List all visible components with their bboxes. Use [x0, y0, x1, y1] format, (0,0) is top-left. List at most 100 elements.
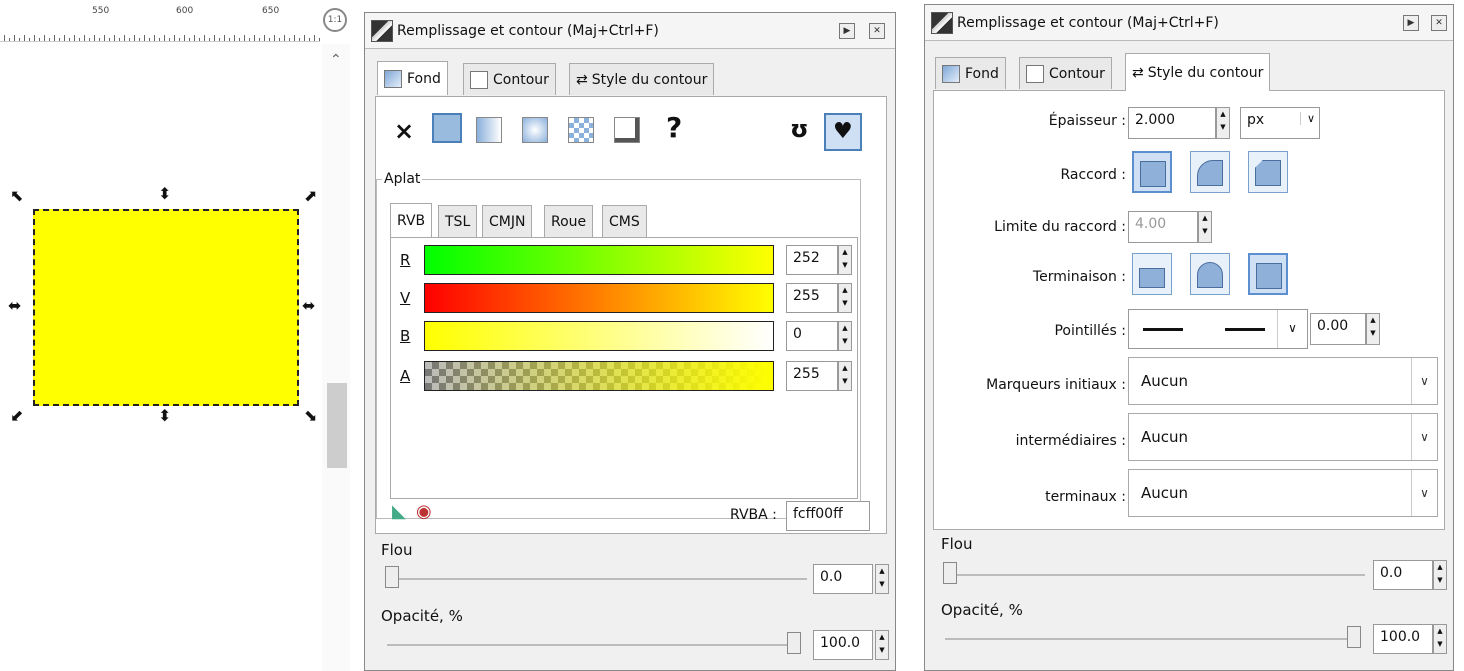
tab-fond[interactable]: Fond [935, 57, 1006, 89]
tab-label: Style du contour [1147, 64, 1264, 81]
resize-handle-sw-icon[interactable]: ⬋ [10, 408, 23, 424]
tab-label: Style du contour [591, 71, 708, 88]
unset-paint-icon[interactable]: ? [666, 111, 682, 144]
dash-offset-input[interactable]: 0.00 [1310, 313, 1366, 345]
red-value[interactable]: 252 [786, 245, 838, 275]
join-miter-button[interactable] [1132, 151, 1172, 193]
resize-handle-n-icon[interactable]: ⬍ [158, 186, 171, 202]
end-marker-select[interactable]: Aucun ∨ [1128, 469, 1438, 517]
tab-fond[interactable]: Fond [377, 61, 448, 95]
mid-marker-select[interactable]: Aucun ∨ [1128, 413, 1438, 461]
dash-pattern-select[interactable]: ∨ [1128, 309, 1308, 349]
ruler-tick [49, 38, 50, 41]
green-value[interactable]: 255 [786, 283, 838, 313]
panel-menu-icon[interactable]: ▶ [839, 23, 855, 39]
vertical-scrollbar[interactable] [322, 44, 350, 671]
resize-handle-nw-icon[interactable]: ⬉ [10, 188, 23, 204]
tab-cmjn[interactable]: CMJN [482, 205, 533, 237]
close-icon[interactable]: ✕ [869, 23, 885, 39]
linear-gradient-button[interactable] [476, 117, 502, 143]
cap-butt-button[interactable] [1132, 253, 1172, 295]
fill-rule-nonzero-icon[interactable]: ♥ [824, 113, 862, 151]
color-picker-icon[interactable]: ◣ [392, 501, 406, 522]
swatch-button[interactable] [614, 117, 640, 143]
tab-tsl[interactable]: TSL [438, 205, 478, 237]
tab-style-contour[interactable]: ⇄ Style du contour [569, 63, 715, 95]
radial-gradient-button[interactable] [522, 117, 548, 143]
limite-input[interactable]: 4.00 [1128, 211, 1198, 243]
close-icon[interactable]: ✕ [1431, 15, 1447, 31]
flat-color-button[interactable] [432, 113, 462, 143]
opacity-track[interactable] [945, 638, 1355, 640]
opacity-spinner[interactable]: ▲ ▼ [1433, 624, 1447, 654]
limite-spinner[interactable]: ▲ ▼ [1198, 211, 1212, 243]
ruler-tick [79, 38, 80, 41]
resize-handle-w-icon[interactable]: ⬌ [8, 298, 21, 314]
zoom-icon[interactable]: 1:1 [323, 8, 347, 32]
blur-value[interactable]: 0.0 [813, 564, 873, 594]
alpha-value[interactable]: 255 [786, 361, 838, 391]
blur-spinner[interactable]: ▲ ▼ [875, 564, 889, 594]
opacity-value[interactable]: 100.0 [813, 630, 873, 660]
blue-value[interactable]: 0 [786, 321, 838, 351]
ruler-tick [264, 35, 265, 41]
pattern-button[interactable] [568, 117, 594, 143]
panel-menu-icon[interactable]: ▶ [1403, 15, 1419, 31]
blur-slider-knob[interactable] [943, 562, 957, 584]
join-round-icon [1197, 160, 1223, 186]
resize-handle-s-icon[interactable]: ⬍ [158, 408, 171, 424]
ruler-tick [194, 35, 195, 41]
unit-select[interactable]: px ∨ [1240, 107, 1320, 139]
ruler-tick [54, 35, 55, 41]
red-slider[interactable] [424, 245, 774, 275]
fill-rule-evenodd-icon[interactable]: ʊ [790, 115, 809, 143]
green-slider[interactable] [424, 283, 774, 313]
epaisseur-input[interactable]: 2.000 [1128, 107, 1216, 139]
resize-handle-se-icon[interactable]: ⬊ [304, 408, 317, 424]
opacity-value[interactable]: 100.0 [1373, 624, 1433, 654]
start-marker-select[interactable]: Aucun ∨ [1128, 357, 1438, 405]
blur-track[interactable] [945, 574, 1365, 576]
stroke-style-icon: ⇄ [1132, 64, 1144, 81]
tab-rvb[interactable]: RVB [390, 203, 433, 237]
blue-spinner[interactable]: ▲ ▼ [838, 321, 852, 351]
color-managed-icon[interactable]: ◉ [416, 501, 432, 522]
tab-roue[interactable]: Roue [544, 205, 594, 237]
canvas-area[interactable]: 550 600 650 1:1 ⌃ ⬉ ⬍ ⬈ ⬌ ⬌ ⬋ ⬍ ⬊ [0, 0, 360, 671]
no-paint-icon[interactable]: × [394, 117, 414, 145]
resize-handle-ne-icon[interactable]: ⬈ [304, 188, 317, 204]
rvba-input[interactable]: fcff00ff [786, 501, 870, 531]
resize-handle-e-icon[interactable]: ⬌ [302, 298, 315, 314]
cap-square-button[interactable] [1248, 253, 1288, 295]
scroll-thumb[interactable] [327, 383, 347, 468]
opacity-track[interactable] [387, 644, 797, 646]
green-spinner[interactable]: ▲ ▼ [838, 283, 852, 313]
opacity-spinner[interactable]: ▲ ▼ [875, 630, 889, 660]
tab-contour[interactable]: Contour [1019, 57, 1112, 89]
alpha-spinner[interactable]: ▲ ▼ [838, 361, 852, 391]
red-spinner[interactable]: ▲ ▼ [838, 245, 852, 275]
epaisseur-spinner[interactable]: ▲ ▼ [1216, 107, 1230, 139]
scroll-up-icon[interactable]: ⌃ [330, 52, 342, 68]
blur-slider-knob[interactable] [385, 566, 399, 588]
ruler-tick [229, 38, 230, 41]
tab-style-contour[interactable]: ⇄ Style du contour [1125, 53, 1271, 91]
green-label: V [400, 289, 411, 307]
tab-label: Contour [1049, 65, 1105, 82]
tab-contour[interactable]: Contour [463, 63, 556, 95]
blue-slider[interactable] [424, 321, 774, 351]
blur-value[interactable]: 0.0 [1373, 560, 1433, 590]
alpha-slider[interactable] [424, 361, 774, 391]
join-bevel-button[interactable] [1248, 151, 1288, 193]
cap-round-button[interactable] [1190, 253, 1230, 295]
join-round-button[interactable] [1190, 151, 1230, 193]
selected-rectangle[interactable] [33, 209, 299, 406]
tab-cms[interactable]: CMS [602, 205, 647, 237]
opacity-slider-knob[interactable] [1347, 626, 1361, 648]
ruler-tick [309, 38, 310, 41]
blur-spinner[interactable]: ▲ ▼ [1433, 560, 1447, 590]
opacity-slider-knob[interactable] [787, 632, 801, 654]
dash-offset-spinner[interactable]: ▲ ▼ [1366, 313, 1380, 345]
blur-track[interactable] [387, 578, 807, 580]
section-label: Aplat [382, 171, 423, 187]
